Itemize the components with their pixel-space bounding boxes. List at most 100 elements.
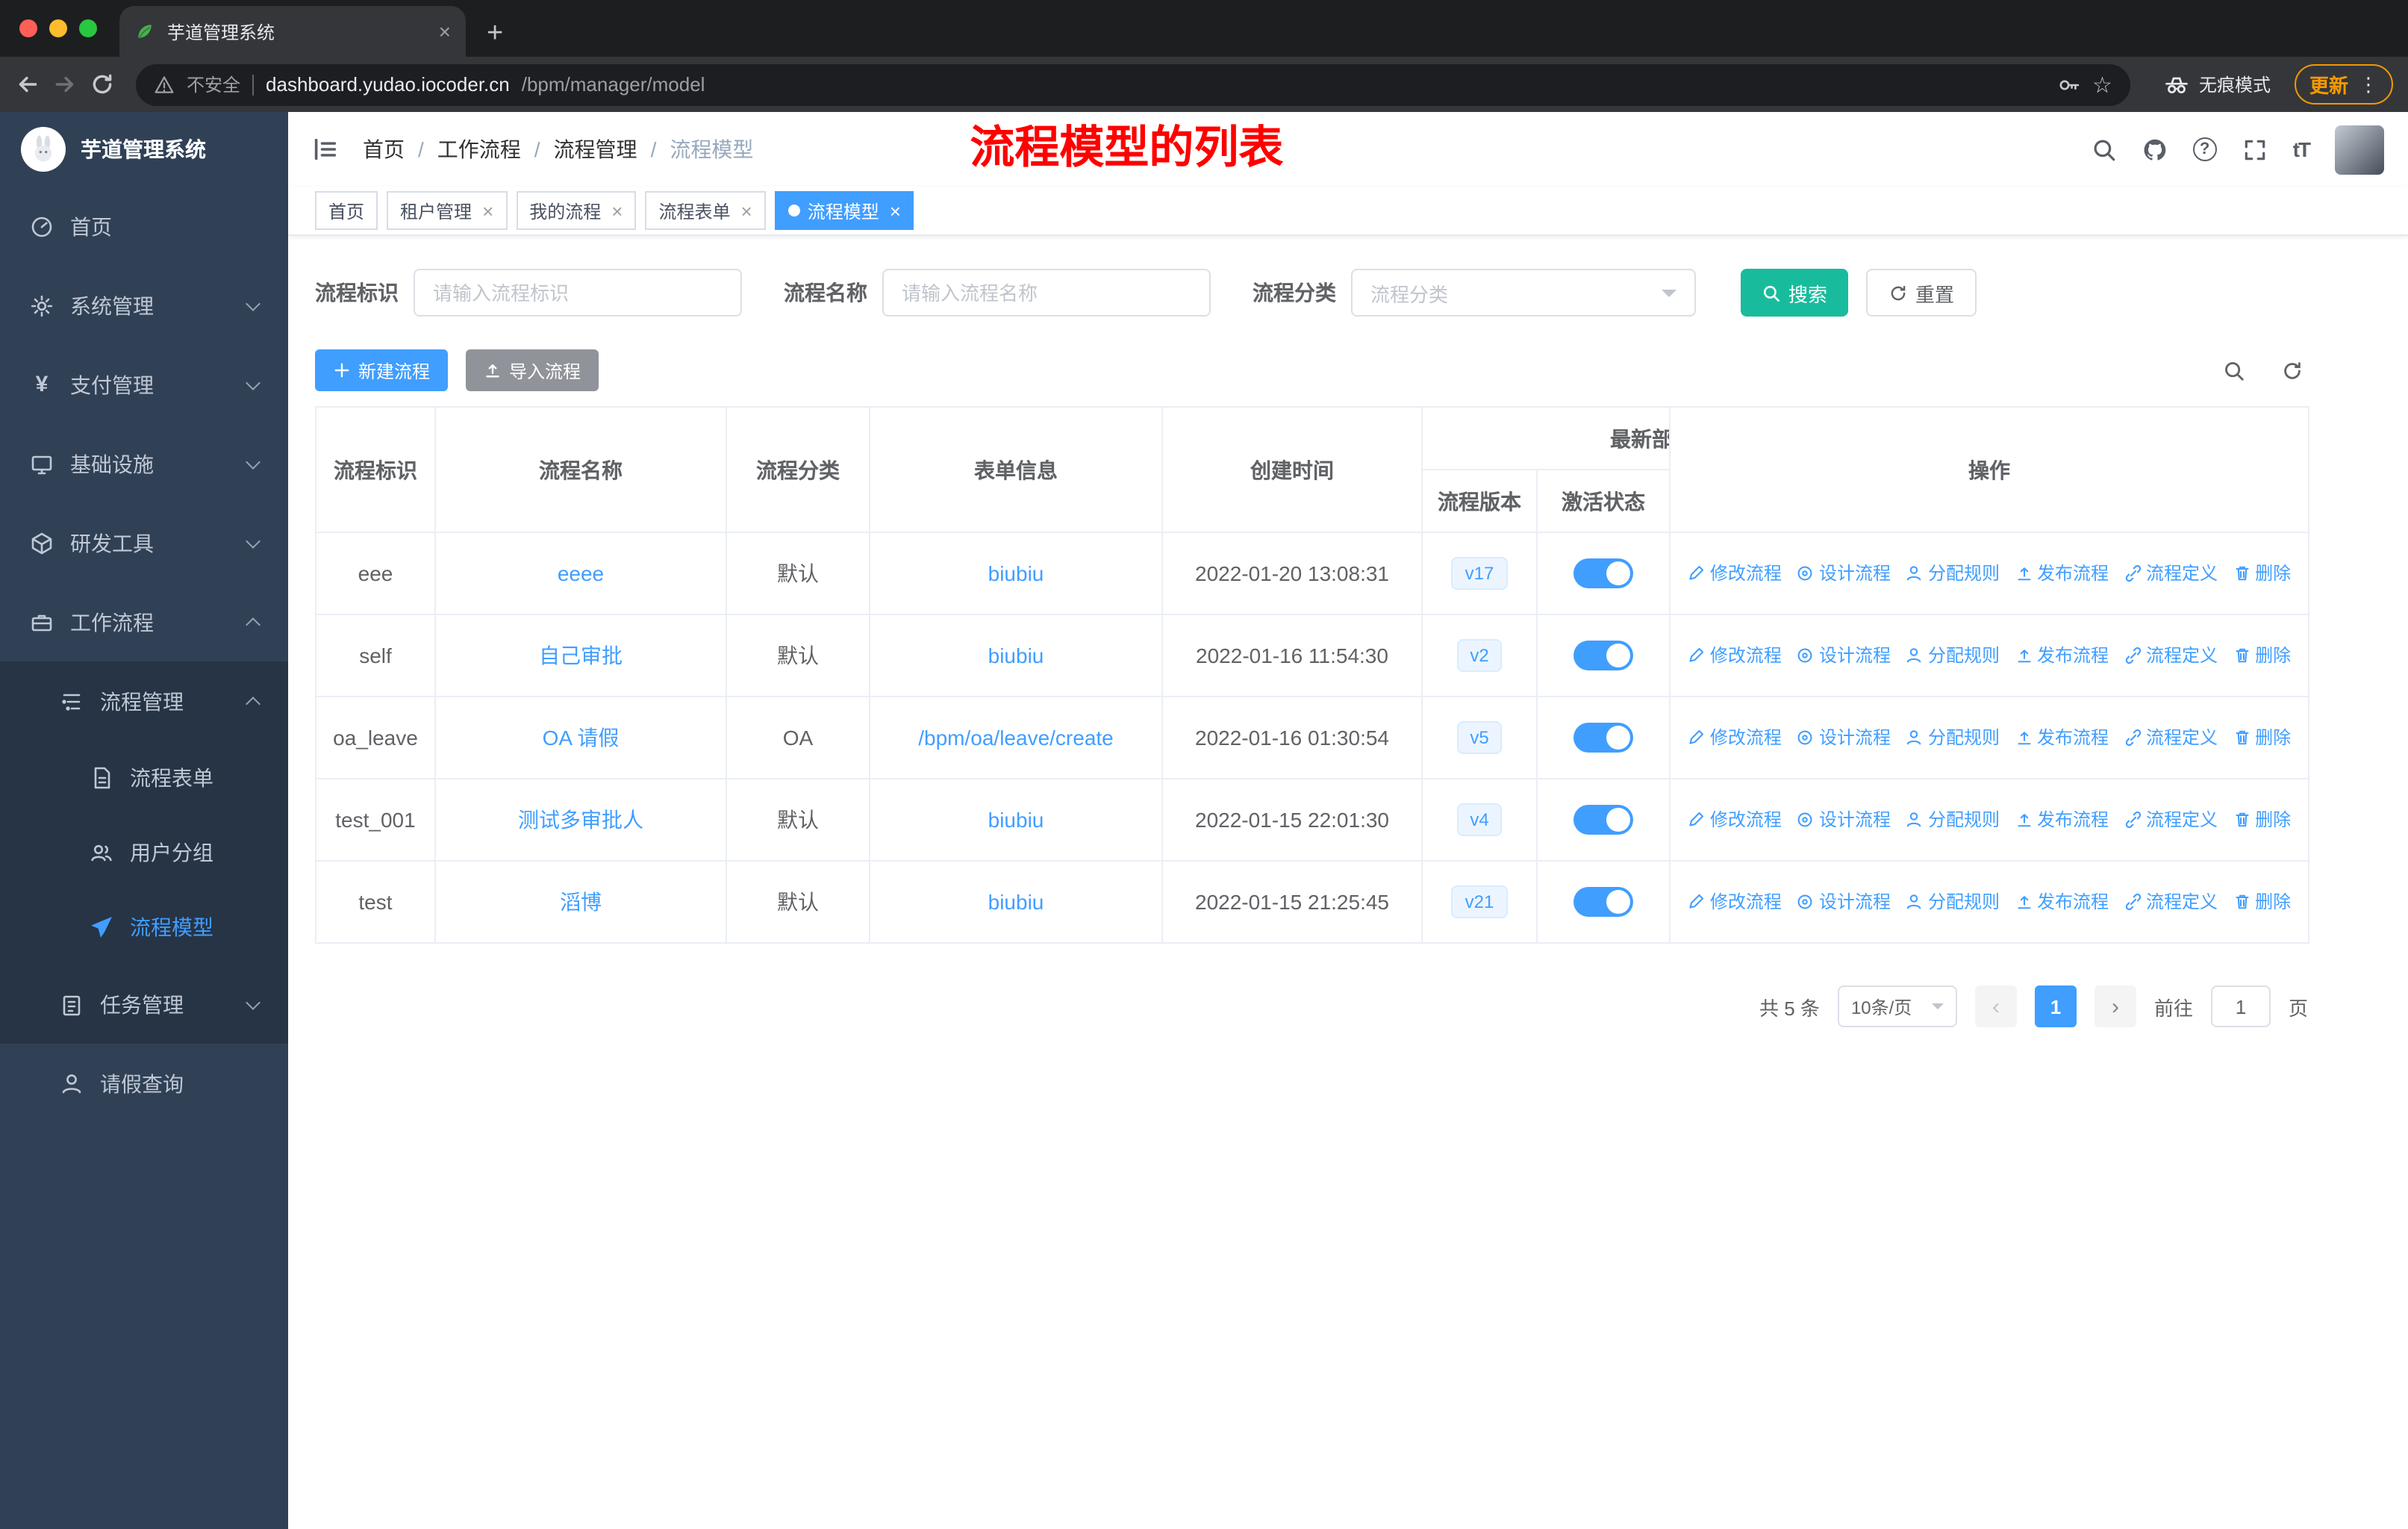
- page-size-select[interactable]: 10条/页: [1837, 985, 1957, 1027]
- modify-process-link[interactable]: 修改流程: [1688, 561, 1782, 586]
- process-name-input[interactable]: [882, 269, 1211, 317]
- process-definition-link[interactable]: 流程定义: [2124, 889, 2218, 915]
- toggle-search-icon[interactable]: [2223, 359, 2245, 382]
- sidebar-item-infrastructure[interactable]: 基础设施: [0, 424, 288, 503]
- assign-rule-link[interactable]: 分配规则: [1906, 725, 2000, 750]
- bookmark-star-icon[interactable]: ☆: [2092, 71, 2112, 98]
- assign-rule-link[interactable]: 分配规则: [1906, 807, 2000, 832]
- sidebar-item-process-model[interactable]: 流程模型: [0, 890, 288, 965]
- design-process-link[interactable]: 设计流程: [1797, 643, 1891, 668]
- active-status-toggle[interactable]: [1573, 723, 1633, 753]
- sidebar-item-home[interactable]: 首页: [0, 187, 288, 266]
- security-label[interactable]: 不安全: [187, 72, 240, 97]
- sidebar-item-process-form[interactable]: 流程表单: [0, 741, 288, 815]
- active-status-toggle[interactable]: [1573, 558, 1633, 588]
- sidebar-item-task-mgmt[interactable]: 任务管理: [0, 965, 288, 1044]
- sidebar-item-dev-tools[interactable]: 研发工具: [0, 503, 288, 582]
- tag-process-model[interactable]: 流程模型 ×: [774, 191, 914, 230]
- publish-process-link[interactable]: 发布流程: [2015, 889, 2109, 915]
- tag-close-icon[interactable]: ×: [741, 199, 752, 222]
- assign-rule-link[interactable]: 分配规则: [1906, 889, 2000, 915]
- form-info-link[interactable]: biubiu: [988, 644, 1044, 667]
- address-bar[interactable]: 不安全 dashboard.yudao.iocoder.cn/bpm/manag…: [136, 63, 2130, 105]
- design-process-link[interactable]: 设计流程: [1797, 561, 1891, 586]
- publish-process-link[interactable]: 发布流程: [2015, 807, 2109, 832]
- form-info-link[interactable]: biubiu: [988, 890, 1044, 914]
- tag-close-icon[interactable]: ×: [890, 199, 901, 222]
- import-process-button[interactable]: 导入流程: [466, 349, 599, 391]
- goto-page-input[interactable]: [2210, 985, 2271, 1027]
- publish-process-link[interactable]: 发布流程: [2015, 725, 2109, 750]
- github-icon[interactable]: [2142, 137, 2168, 162]
- reload-button[interactable]: [90, 72, 115, 97]
- user-avatar[interactable]: [2335, 125, 2384, 174]
- sidebar-item-leave-query[interactable]: 请假查询: [0, 1044, 288, 1123]
- sidebar-item-user-group[interactable]: 用户分组: [0, 815, 288, 890]
- prev-page-button[interactable]: ‹: [1974, 985, 2017, 1027]
- browser-menu-icon[interactable]: ⋮: [2359, 72, 2378, 96]
- delete-process-link[interactable]: 删除: [2233, 725, 2291, 750]
- process-key-input[interactable]: [414, 269, 742, 317]
- process-definition-link[interactable]: 流程定义: [2124, 725, 2218, 750]
- next-page-button[interactable]: ›: [2094, 985, 2136, 1027]
- fullscreen-icon[interactable]: [2242, 137, 2268, 162]
- collapse-sidebar-icon[interactable]: [312, 136, 339, 163]
- page-number-button[interactable]: 1: [2034, 985, 2077, 1027]
- tag-tenant-mgmt[interactable]: 租户管理 ×: [387, 191, 508, 230]
- tag-close-icon[interactable]: ×: [611, 199, 623, 222]
- browser-tab[interactable]: 芋道管理系统 ×: [119, 6, 466, 57]
- delete-process-link[interactable]: 删除: [2233, 561, 2291, 586]
- process-name-link[interactable]: 自己审批: [539, 644, 623, 667]
- minimize-window-button[interactable]: [49, 19, 67, 37]
- active-status-toggle[interactable]: [1573, 641, 1633, 670]
- reset-button[interactable]: 重置: [1866, 269, 1977, 317]
- sidebar-item-system-mgmt[interactable]: 系统管理: [0, 266, 288, 345]
- close-window-button[interactable]: [19, 19, 37, 37]
- delete-process-link[interactable]: 删除: [2233, 807, 2291, 832]
- new-tab-button[interactable]: +: [487, 12, 503, 57]
- publish-process-link[interactable]: 发布流程: [2015, 643, 2109, 668]
- design-process-link[interactable]: 设计流程: [1797, 889, 1891, 915]
- tag-process-form[interactable]: 流程表单 ×: [645, 191, 766, 230]
- delete-process-link[interactable]: 删除: [2233, 643, 2291, 668]
- modify-process-link[interactable]: 修改流程: [1688, 725, 1782, 750]
- active-status-toggle[interactable]: [1573, 805, 1633, 835]
- assign-rule-link[interactable]: 分配规则: [1906, 561, 2000, 586]
- search-button[interactable]: 搜索: [1741, 269, 1849, 317]
- sidebar-item-payment-mgmt[interactable]: ¥ 支付管理: [0, 345, 288, 424]
- breadcrumb-home[interactable]: 首页: [363, 134, 405, 164]
- delete-process-link[interactable]: 删除: [2233, 889, 2291, 915]
- tag-close-icon[interactable]: ×: [482, 199, 493, 222]
- design-process-link[interactable]: 设计流程: [1797, 807, 1891, 832]
- process-name-link[interactable]: eeee: [558, 561, 604, 585]
- forward-button[interactable]: [52, 72, 78, 97]
- process-name-link[interactable]: 测试多审批人: [518, 808, 643, 832]
- modify-process-link[interactable]: 修改流程: [1688, 807, 1782, 832]
- refresh-table-icon[interactable]: [2281, 359, 2303, 382]
- process-definition-link[interactable]: 流程定义: [2124, 643, 2218, 668]
- font-size-icon[interactable]: tT: [2293, 137, 2311, 161]
- design-process-link[interactable]: 设计流程: [1797, 725, 1891, 750]
- form-info-link[interactable]: biubiu: [988, 561, 1044, 585]
- modify-process-link[interactable]: 修改流程: [1688, 889, 1782, 915]
- modify-process-link[interactable]: 修改流程: [1688, 643, 1782, 668]
- help-icon[interactable]: ?: [2192, 137, 2217, 161]
- sidebar-item-workflow[interactable]: 工作流程: [0, 582, 288, 661]
- process-definition-link[interactable]: 流程定义: [2124, 807, 2218, 832]
- process-name-link[interactable]: 滔博: [560, 890, 602, 914]
- back-button[interactable]: [15, 72, 40, 97]
- assign-rule-link[interactable]: 分配规则: [1906, 643, 2000, 668]
- tag-home[interactable]: 首页: [315, 191, 378, 230]
- process-category-select[interactable]: 流程分类: [1351, 269, 1696, 317]
- search-icon[interactable]: [2092, 137, 2117, 162]
- fullscreen-window-button[interactable]: [79, 19, 97, 37]
- tab-close-icon[interactable]: ×: [439, 19, 451, 43]
- form-info-link[interactable]: /bpm/oa/leave/create: [918, 726, 1114, 750]
- tag-my-process[interactable]: 我的流程 ×: [516, 191, 637, 230]
- browser-update-button[interactable]: 更新 ⋮: [2294, 64, 2393, 105]
- password-key-icon[interactable]: [2056, 72, 2080, 96]
- process-name-link[interactable]: OA 请假: [543, 726, 620, 750]
- active-status-toggle[interactable]: [1573, 887, 1633, 917]
- publish-process-link[interactable]: 发布流程: [2015, 561, 2109, 586]
- process-definition-link[interactable]: 流程定义: [2124, 561, 2218, 586]
